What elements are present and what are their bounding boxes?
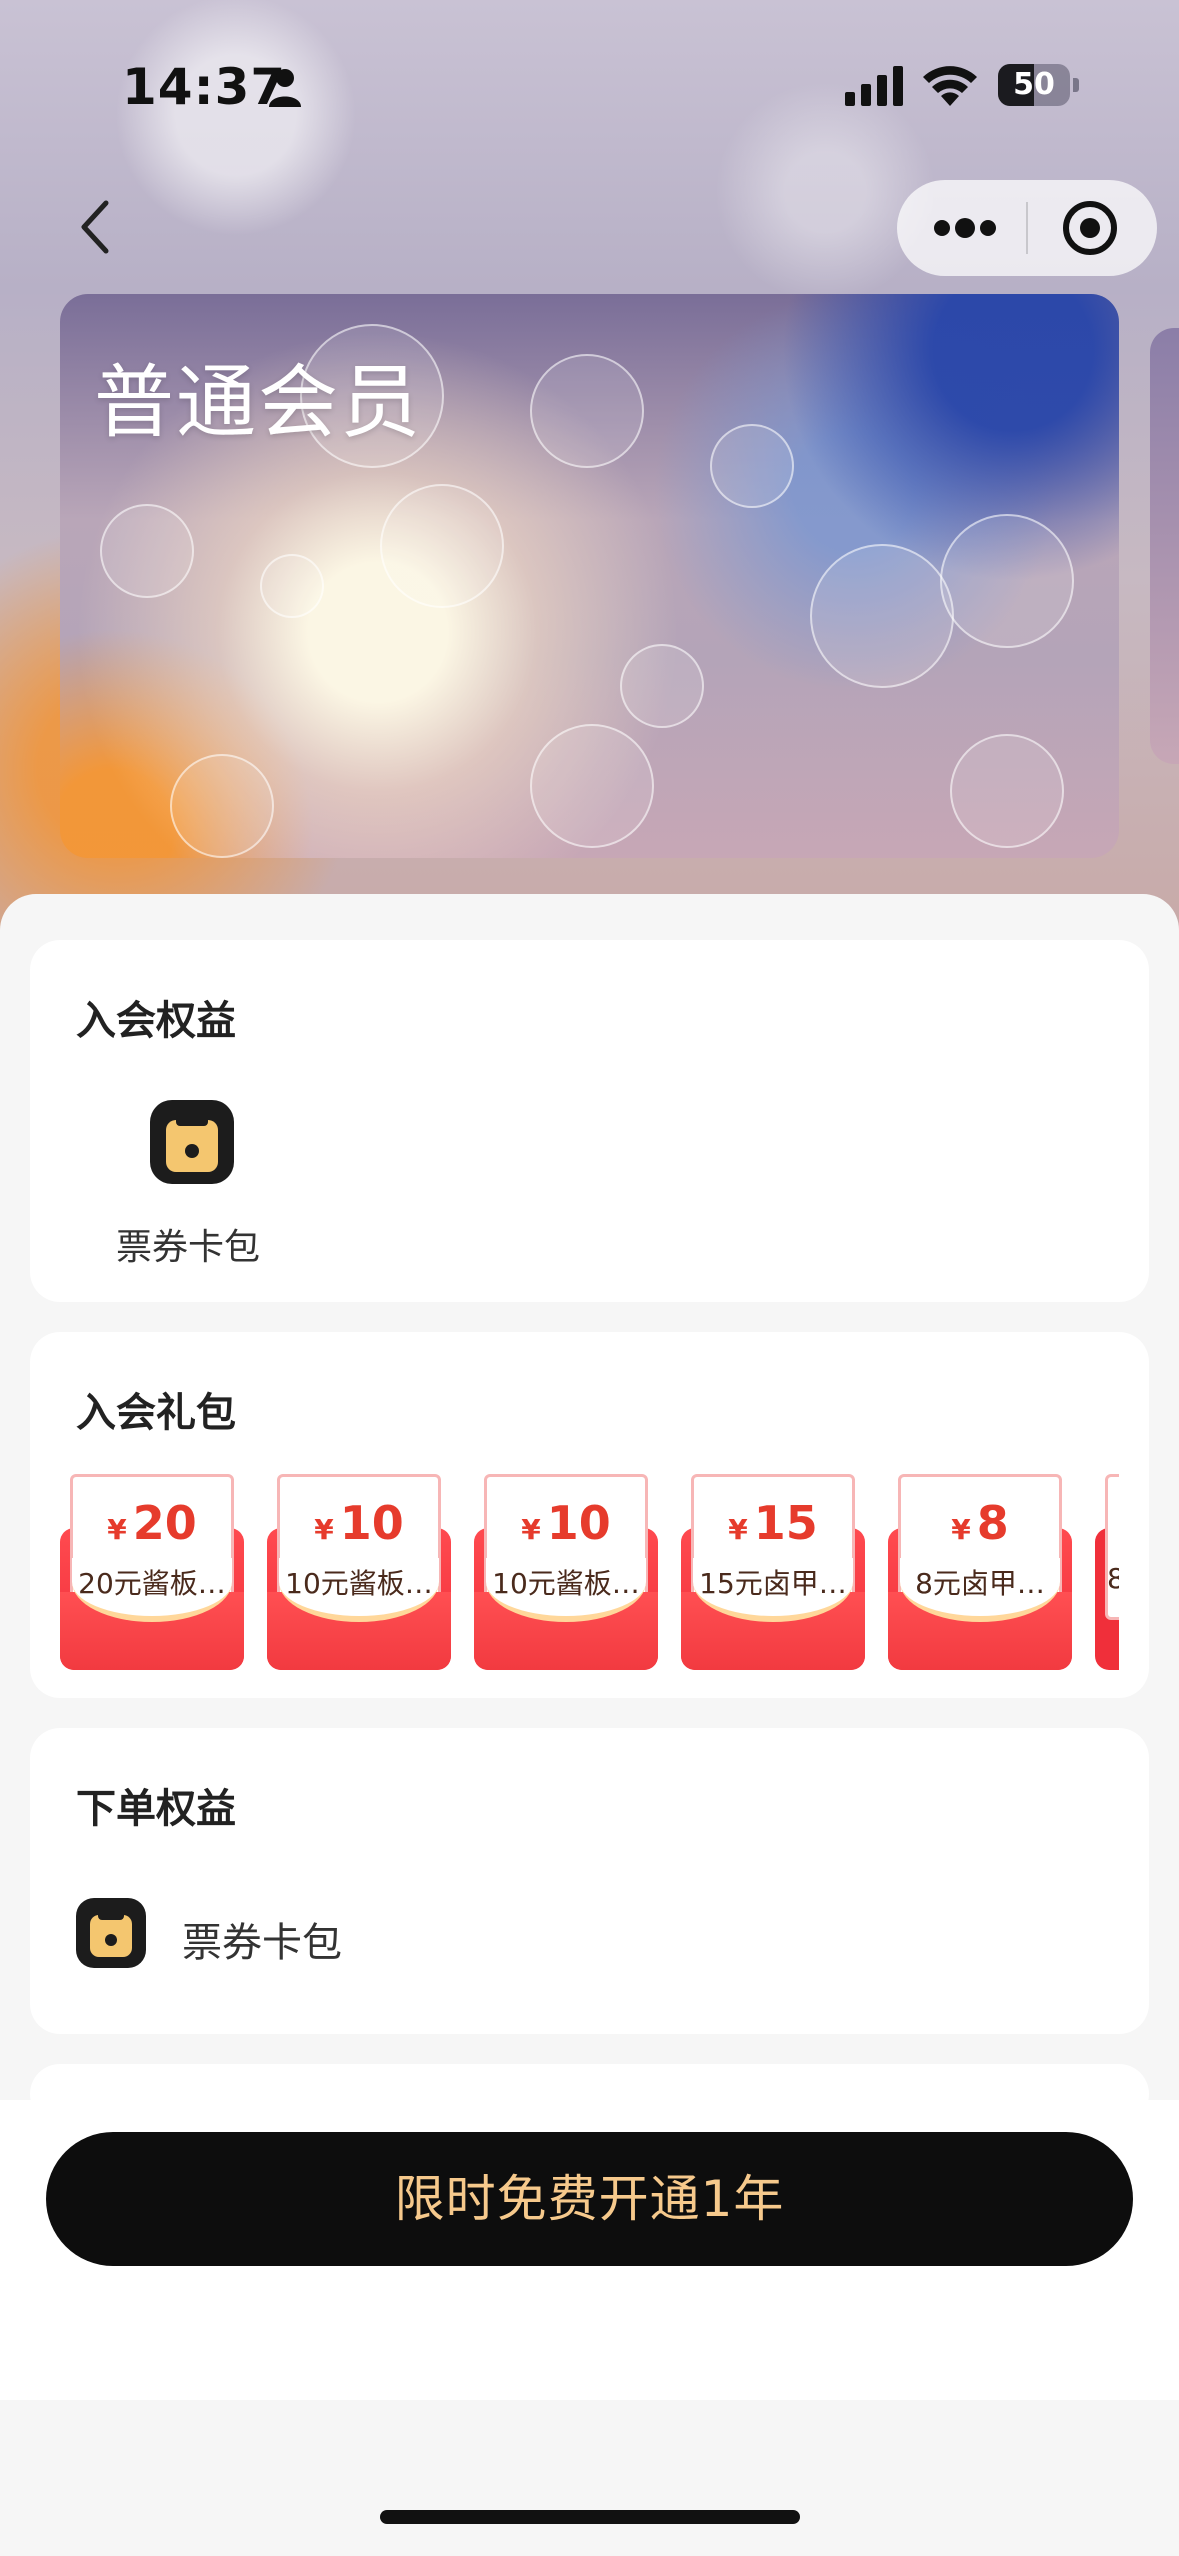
coupon-price: ¥10 bbox=[314, 1496, 404, 1550]
coupon-description: 20元酱板… bbox=[78, 1567, 226, 1600]
coupon-price: ¥8 bbox=[951, 1496, 1009, 1550]
coupon-card[interactable]: ¥10 10元酱板… bbox=[267, 1474, 451, 1670]
coupon-description: 10元酱板… bbox=[285, 1567, 433, 1600]
battery-level: 50 bbox=[1013, 67, 1055, 102]
ticket-wallet-icon bbox=[150, 1100, 234, 1184]
order-benefits-panel: 下单权益 票券卡包 bbox=[30, 1728, 1149, 2034]
battery-icon: 50 bbox=[998, 64, 1080, 106]
order-benefits-title: 下单权益 bbox=[76, 1786, 236, 1832]
benefit-item-ticket-wallet[interactable]: 票券卡包 bbox=[76, 1898, 476, 1970]
join-benefits-title: 入会权益 bbox=[76, 998, 236, 1044]
back-arrow-icon[interactable] bbox=[70, 195, 122, 259]
home-indicator[interactable] bbox=[380, 2510, 800, 2524]
coupon-price: ¥20 bbox=[107, 1496, 197, 1550]
coupon-price: ¥10 bbox=[521, 1496, 611, 1550]
coupon-card[interactable]: ¥10 10元酱板… bbox=[474, 1474, 658, 1670]
wifi-icon bbox=[923, 66, 977, 106]
join-gift-title: 入会礼包 bbox=[76, 1390, 236, 1436]
coupon-card[interactable]: ¥8 8元卤甲… bbox=[888, 1474, 1072, 1670]
benefit-item-label: 票券卡包 bbox=[115, 1227, 260, 1268]
more-dots-icon[interactable] bbox=[897, 180, 1027, 276]
coupon-card[interactable]: ¥20 20元酱板… bbox=[60, 1474, 244, 1670]
close-target-icon[interactable] bbox=[1028, 180, 1157, 276]
join-benefits-panel: 入会权益 票券卡包 bbox=[30, 940, 1149, 1302]
free-activate-button[interactable]: 限时免费开通1年 bbox=[46, 2132, 1133, 2266]
coupon-card-partial[interactable]: 8 bbox=[1095, 1474, 1119, 1670]
membership-card[interactable]: 普通会员 bbox=[60, 294, 1119, 858]
coupon-description: 10元酱板… bbox=[492, 1567, 640, 1600]
benefit-item-label: 票券卡包 bbox=[182, 1920, 342, 1966]
benefit-item-ticket-wallet[interactable]: 票券卡包 bbox=[96, 1100, 276, 1290]
person-icon bbox=[269, 69, 301, 107]
coupon-description: 15元卤甲… bbox=[699, 1567, 847, 1600]
coupon-price: ¥15 bbox=[728, 1496, 818, 1550]
membership-tier-title: 普通会员 bbox=[94, 356, 422, 449]
bottom-action-bar: 限时免费开通1年 bbox=[0, 2100, 1179, 2400]
next-card-peek[interactable] bbox=[1150, 328, 1179, 764]
status-bar: 14:37 50 bbox=[0, 0, 1179, 170]
coupon-description: 8元卤甲… bbox=[915, 1567, 1045, 1600]
coupon-card[interactable]: ¥15 15元卤甲… bbox=[681, 1474, 865, 1670]
coupon-description: 8 bbox=[1107, 1562, 1119, 1595]
ticket-wallet-icon bbox=[76, 1898, 146, 1968]
cellular-signal-icon bbox=[845, 66, 903, 106]
status-time: 14:37 bbox=[122, 58, 287, 116]
mini-program-capsule bbox=[897, 180, 1157, 276]
